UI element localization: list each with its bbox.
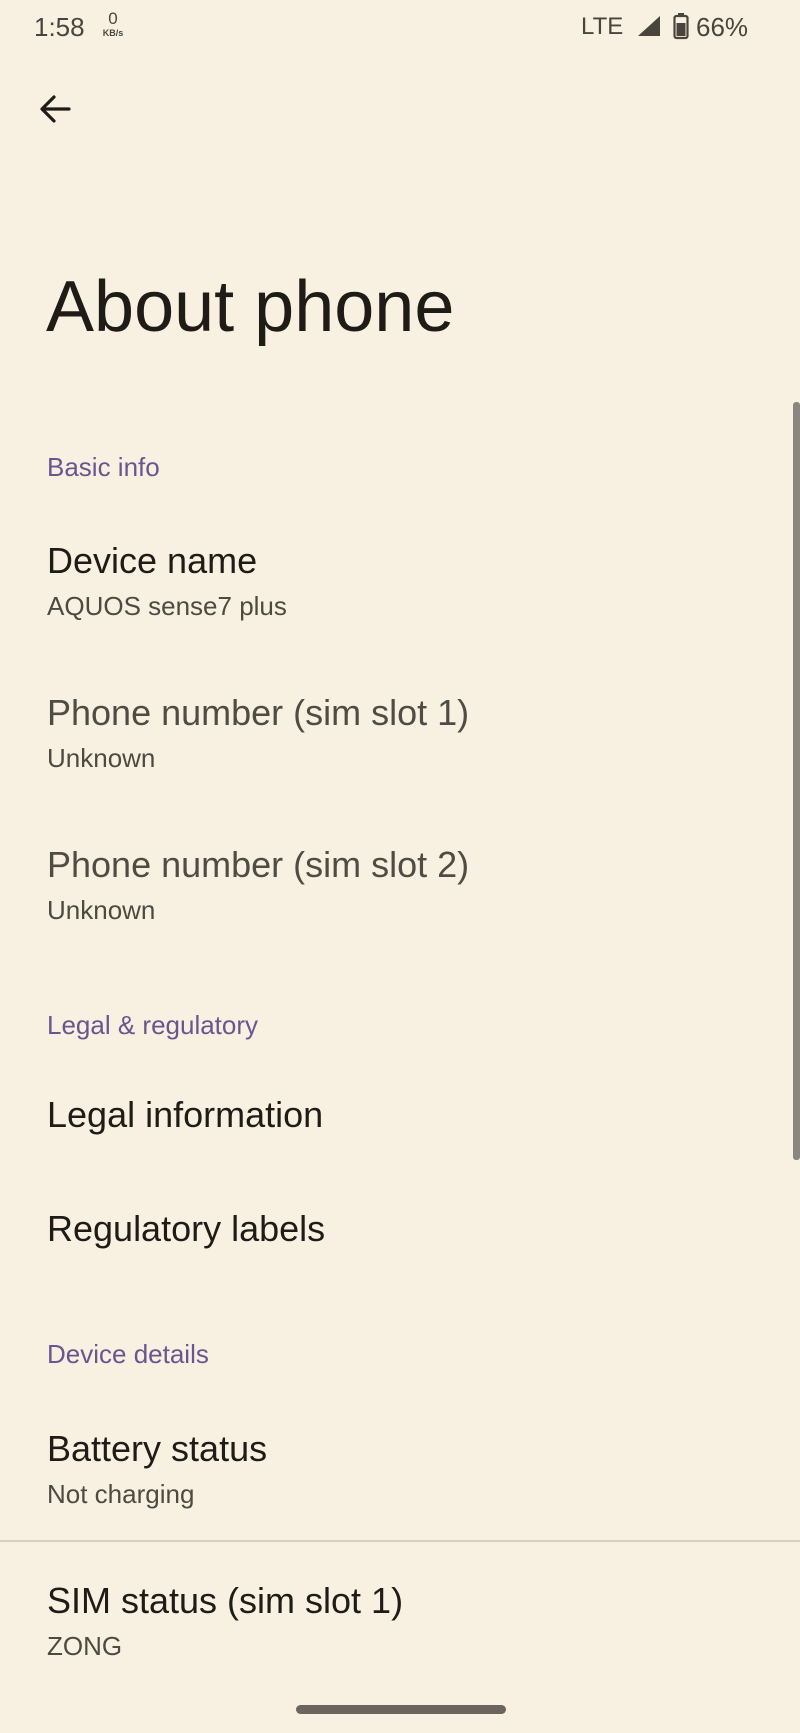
pref-summary: ZONG bbox=[47, 1631, 123, 1661]
page-title: About phone bbox=[46, 267, 455, 347]
section-header-legal-regulatory: Legal & regulatory bbox=[47, 1010, 259, 1040]
signal-icon bbox=[636, 14, 662, 43]
pref-legal-information[interactable]: Legal information bbox=[0, 1068, 790, 1168]
pref-summary: Unknown bbox=[47, 743, 156, 773]
pref-title: SIM status (sim slot 1) bbox=[47, 1580, 404, 1621]
arrow-left-icon bbox=[40, 95, 71, 123]
pref-summary: Unknown bbox=[47, 895, 156, 925]
status-bar: 1:58 0 KB/s LTE 66% bbox=[0, 0, 800, 56]
battery-percent: 66% bbox=[696, 12, 749, 42]
pref-regulatory-labels[interactable]: Regulatory labels bbox=[0, 1182, 790, 1282]
pref-sim-status-sim1[interactable]: SIM status (sim slot 1) ZONG bbox=[0, 1564, 790, 1684]
pref-title: Regulatory labels bbox=[47, 1208, 326, 1249]
section-header-device-details: Device details bbox=[47, 1339, 209, 1369]
pref-phone-number-sim1[interactable]: Phone number (sim slot 1) Unknown bbox=[0, 676, 790, 796]
pref-battery-status[interactable]: Battery status Not charging bbox=[0, 1412, 790, 1532]
pref-summary: AQUOS sense7 plus bbox=[47, 591, 287, 621]
network-speed-value: 0 bbox=[108, 9, 118, 28]
network-type: LTE bbox=[581, 13, 624, 40]
network-speed: 0 KB/s bbox=[96, 10, 130, 38]
gesture-navigation-handle[interactable] bbox=[296, 1705, 506, 1714]
pref-title: Battery status bbox=[47, 1428, 268, 1469]
status-time: 1:58 bbox=[34, 12, 85, 42]
pref-title: Device name bbox=[47, 540, 258, 581]
pref-device-name[interactable]: Device name AQUOS sense7 plus bbox=[0, 524, 790, 644]
pref-summary: Not charging bbox=[47, 1479, 195, 1509]
network-speed-unit: KB/s bbox=[102, 28, 124, 38]
section-header-basic-info: Basic info bbox=[47, 452, 160, 482]
pref-title: Phone number (sim slot 2) bbox=[47, 844, 470, 885]
back-button[interactable] bbox=[30, 84, 80, 134]
divider bbox=[0, 1540, 800, 1542]
battery-icon bbox=[673, 12, 689, 45]
scrollbar[interactable] bbox=[793, 402, 800, 1160]
pref-phone-number-sim2[interactable]: Phone number (sim slot 2) Unknown bbox=[0, 828, 790, 948]
pref-title: Phone number (sim slot 1) bbox=[47, 692, 470, 733]
pref-title: Legal information bbox=[47, 1094, 324, 1135]
